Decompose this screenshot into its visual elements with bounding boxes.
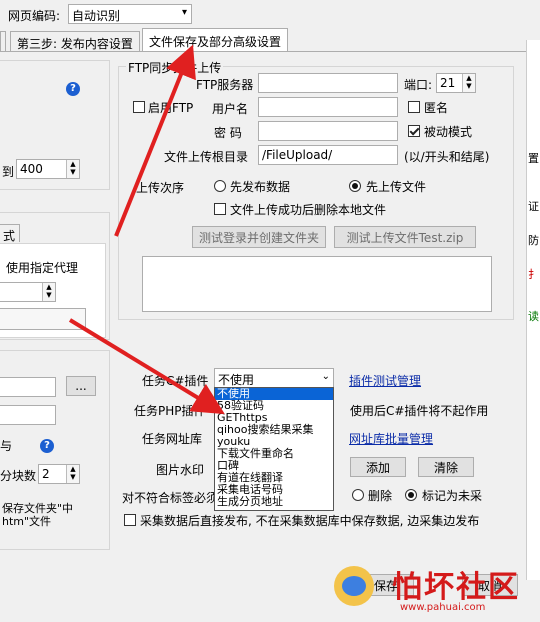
arrow-to-dropdown xyxy=(68,318,225,415)
arrow-to-tab xyxy=(114,44,196,237)
watermark-logo-icon xyxy=(334,566,374,606)
site-watermark: 怕坏社区 www.pahuai.com xyxy=(330,562,540,621)
watermark-brand: 怕坏社区 xyxy=(392,570,520,605)
annotation-arrows xyxy=(68,44,225,415)
watermark-url: www.pahuai.com xyxy=(400,602,486,613)
